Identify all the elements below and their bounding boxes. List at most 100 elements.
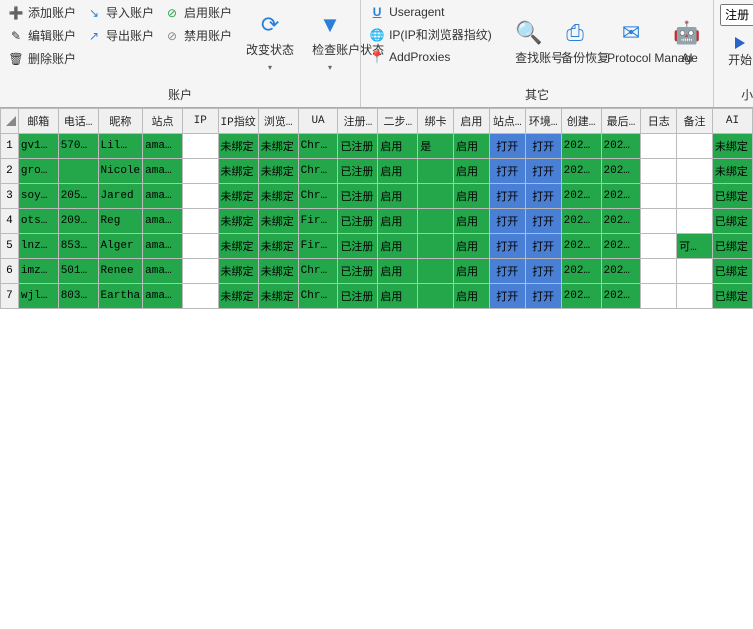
cell-card[interactable]: 是 [418, 134, 454, 159]
cell-created[interactable]: 202… [561, 284, 601, 309]
disable-account-button[interactable]: ⊘禁用账户 [160, 25, 236, 46]
cell-ai[interactable]: 已绑定 [712, 184, 752, 209]
table-row[interactable]: 1gv1…570…Lil…ama…未绑定未绑定Chr…已注册启用是启用打开打开2… [1, 134, 753, 159]
cell-phone[interactable]: 205… [58, 184, 98, 209]
cell-browser[interactable]: 未绑定 [258, 234, 298, 259]
cell-enable[interactable]: 启用 [454, 284, 490, 309]
table-row[interactable]: 3soy…205…Jaredama…未绑定未绑定Chr…已注册启用启用打开打开2… [1, 184, 753, 209]
row-number[interactable]: 7 [1, 284, 19, 309]
column-header[interactable]: 日志 [641, 109, 677, 134]
cell-browser[interactable]: 未绑定 [258, 134, 298, 159]
cell-siteop[interactable]: 打开 [489, 259, 525, 284]
cell-site[interactable]: ama… [143, 284, 183, 309]
cell-email[interactable]: imz… [18, 259, 58, 284]
column-header[interactable]: 最后… [601, 109, 641, 134]
cell-siteop[interactable]: 打开 [489, 159, 525, 184]
cell-nick[interactable]: Nicole [98, 159, 143, 184]
cell-note[interactable] [677, 159, 713, 184]
cell-ip[interactable] [182, 259, 218, 284]
cell-created[interactable]: 202… [561, 259, 601, 284]
cell-ipfp[interactable]: 未绑定 [218, 209, 258, 234]
cell-env[interactable]: 打开 [525, 134, 561, 159]
column-header[interactable]: 邮箱 [18, 109, 58, 134]
row-number[interactable]: 4 [1, 209, 19, 234]
start-button[interactable]: 开始 [724, 35, 753, 69]
cell-ip[interactable] [182, 134, 218, 159]
cell-reg[interactable]: 已注册 [338, 134, 378, 159]
cell-enable[interactable]: 启用 [454, 209, 490, 234]
column-header[interactable]: 创建… [561, 109, 601, 134]
cell-siteop[interactable]: 打开 [489, 184, 525, 209]
table-row[interactable]: 6imz…501…Reneeama…未绑定未绑定Chr…已注册启用启用打开打开2… [1, 259, 753, 284]
cell-site[interactable]: ama… [143, 134, 183, 159]
cell-last[interactable]: 202… [601, 184, 641, 209]
cell-log[interactable] [641, 134, 677, 159]
cell-browser[interactable]: 未绑定 [258, 184, 298, 209]
cell-ai[interactable]: 已绑定 [712, 234, 752, 259]
lookup-account-button[interactable]: 🔍 查找账号 [507, 2, 551, 82]
cell-ai[interactable]: 已绑定 [712, 209, 752, 234]
cell-site[interactable]: ama… [143, 209, 183, 234]
cell-nick[interactable]: Alger [98, 234, 143, 259]
cell-note[interactable] [677, 259, 713, 284]
cell-log[interactable] [641, 234, 677, 259]
column-header[interactable]: 二步… [378, 109, 418, 134]
cell-email[interactable]: wjl… [18, 284, 58, 309]
row-number[interactable]: 3 [1, 184, 19, 209]
cell-ipfp[interactable]: 未绑定 [218, 134, 258, 159]
edit-account-button[interactable]: ✎编辑账户 [4, 25, 80, 46]
import-account-button[interactable]: ↘导入账户 [82, 2, 158, 23]
column-header[interactable]: 环境… [525, 109, 561, 134]
data-grid[interactable]: 邮箱电话…昵称站点IPIP指纹浏览…UA注册…二步…绑卡启用站点…环境…创建…最… [0, 108, 753, 629]
cell-log[interactable] [641, 159, 677, 184]
cell-twostep[interactable]: 启用 [378, 259, 418, 284]
cell-env[interactable]: 打开 [525, 209, 561, 234]
cell-browser[interactable]: 未绑定 [258, 209, 298, 234]
cell-ip[interactable] [182, 234, 218, 259]
ai-button[interactable]: 🤖 AI [665, 2, 709, 82]
cell-reg[interactable]: 已注册 [338, 284, 378, 309]
cell-note[interactable]: 可… [677, 234, 713, 259]
cell-site[interactable]: ama… [143, 259, 183, 284]
cell-ua[interactable]: Chr… [298, 134, 338, 159]
column-header[interactable]: 站点… [489, 109, 525, 134]
cell-log[interactable] [641, 209, 677, 234]
cell-created[interactable]: 202… [561, 159, 601, 184]
cell-log[interactable] [641, 184, 677, 209]
cell-reg[interactable]: 已注册 [338, 159, 378, 184]
cell-browser[interactable]: 未绑定 [258, 284, 298, 309]
cell-email[interactable]: ots… [18, 209, 58, 234]
column-header[interactable]: 启用 [454, 109, 490, 134]
cell-email[interactable]: gro… [18, 159, 58, 184]
cell-ua[interactable]: Chr… [298, 259, 338, 284]
cell-note[interactable] [677, 209, 713, 234]
useragent-button[interactable]: UUseragent [365, 2, 505, 22]
cell-phone[interactable]: 209… [58, 209, 98, 234]
cell-ip[interactable] [182, 209, 218, 234]
column-header[interactable]: 备注 [677, 109, 713, 134]
cell-browser[interactable]: 未绑定 [258, 159, 298, 184]
check-status-button[interactable]: ▼ 检查账户状态 ▾ [304, 2, 356, 82]
cell-site[interactable]: ama… [143, 159, 183, 184]
cell-phone[interactable]: 501… [58, 259, 98, 284]
cell-phone[interactable]: 803… [58, 284, 98, 309]
cell-ip[interactable] [182, 284, 218, 309]
cell-env[interactable]: 打开 [525, 184, 561, 209]
cell-ipfp[interactable]: 未绑定 [218, 259, 258, 284]
table-row[interactable]: 2gro…Nicoleama…未绑定未绑定Chr…已注册启用启用打开打开202…… [1, 159, 753, 184]
cell-card[interactable] [418, 159, 454, 184]
cell-ua[interactable]: Fir… [298, 234, 338, 259]
cell-reg[interactable]: 已注册 [338, 234, 378, 259]
cell-env[interactable]: 打开 [525, 159, 561, 184]
cell-ai[interactable]: 已绑定 [712, 284, 752, 309]
table-row[interactable]: 4ots…209…Regama…未绑定未绑定Fir…已注册启用启用打开打开202… [1, 209, 753, 234]
table-row[interactable]: 7wjl…803…Earthaama…未绑定未绑定Chr…已注册启用启用打开打开… [1, 284, 753, 309]
cell-nick[interactable]: Eartha [98, 284, 143, 309]
cell-created[interactable]: 202… [561, 184, 601, 209]
select-all-corner[interactable] [1, 109, 19, 134]
cell-twostep[interactable]: 启用 [378, 159, 418, 184]
cell-site[interactable]: ama… [143, 184, 183, 209]
column-header[interactable]: AI [712, 109, 752, 134]
row-number[interactable]: 1 [1, 134, 19, 159]
column-header[interactable]: UA [298, 109, 338, 134]
